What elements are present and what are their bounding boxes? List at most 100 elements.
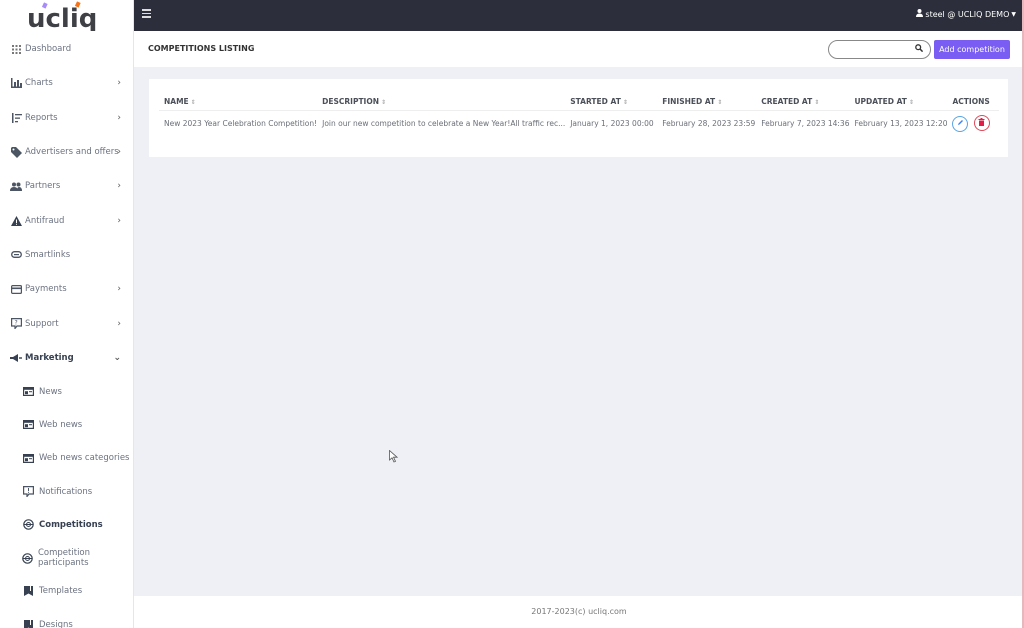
cell-created-at: February 7, 2023 14:36 [761,118,850,128]
sidebar-subitem-designs[interactable]: Designs [0,608,133,628]
sidebar-item-marketing[interactable]: Marketing ⌄ [0,341,133,375]
trash-icon [978,118,985,128]
sidebar-subitem-templates[interactable]: Templates [0,575,133,608]
sort-list-icon [10,112,22,124]
cell-name: New 2023 Year Celebration Competition! [164,118,318,128]
column-label: STARTED AT [570,96,621,106]
sidebar-item-antifraud[interactable]: Antifraud › [0,203,133,237]
user-label: steel @ UCLIQ DEMO [925,9,1010,19]
footer-text: 2017-2023(c) ucliq.com [531,607,627,616]
column-header-description[interactable]: DESCRIPTION ⇕ [317,93,566,111]
sidebar-item-label: Partners [25,181,61,192]
sidebar-item-partners[interactable]: Partners › [0,169,133,203]
logo[interactable]: ucliq [0,0,133,32]
column-header-updated-at[interactable]: UPDATED AT ⇕ [849,93,948,111]
footer: 2017-2023(c) ucliq.com [134,596,1024,628]
chevron-right-icon: › [117,112,121,123]
sidebar-subitem-notifications[interactable]: Notifications [0,475,133,508]
sidebar-item-label: Support [25,318,59,329]
menu-toggle-icon[interactable] [142,9,151,18]
sidebar-item-label: Reports [25,112,58,123]
sidebar-item-smartlinks[interactable]: Smartlinks [0,238,133,272]
sort-icon: ⇕ [814,98,820,106]
column-header-name[interactable]: NAME ⇕ [159,93,318,111]
pencil-icon [957,119,964,128]
sidebar-subitem-label: Web news categories [39,453,130,464]
column-header-finished-at[interactable]: FINISHED AT ⇕ [657,93,757,111]
column-label: NAME [164,96,189,106]
bar-chart-icon [10,77,22,89]
page-title: COMPETITIONS LISTING [148,44,255,53]
bookmark-icon [22,619,34,628]
sidebar-item-dashboard[interactable]: Dashboard [0,32,133,66]
cell-actions [947,110,999,136]
sidebar-subitem-label: Designs [39,619,73,628]
sidebar-subitem-label: Templates [39,586,83,597]
sidebar-item-reports[interactable]: Reports › [0,101,133,135]
alert-box-icon [22,486,34,498]
sort-icon: ⇕ [190,98,196,106]
sidebar-item-label: Payments [25,284,67,295]
chevron-right-icon: › [117,318,121,329]
chevron-right-icon: › [117,215,121,226]
sidebar-item-support[interactable]: ? Support › [0,306,133,340]
users-icon [10,180,22,192]
sidebar-item-advertisers-and-offers[interactable]: Advertisers and offers › [0,135,133,169]
column-label: UPDATED AT [854,96,907,106]
sidebar: ucliq Dashboard Charts › Reports › Adver… [0,0,134,628]
edit-button[interactable] [952,115,969,132]
sort-icon: ⇕ [622,98,628,106]
help-box-icon: ? [10,318,22,330]
sidebar-subitem-web-news[interactable]: Web news [0,408,133,441]
target-icon [22,552,33,564]
chevron-right-icon: › [117,284,121,295]
cell-started-at: January 1, 2023 00:00 [570,118,654,128]
sidebar-item-label: Antifraud [25,215,65,226]
chevron-down-icon: ⌄ [113,352,121,363]
cell-updated-at: February 13, 2023 12:20 [854,118,948,128]
top-bar: steel @ UCLIQ DEMO ▼ [134,0,1024,31]
warning-icon [10,215,22,227]
column-label: FINISHED AT [662,96,716,106]
sort-icon: ⇕ [381,98,387,106]
table-row[interactable]: New 2023 Year Celebration Competition! J… [159,110,999,136]
sidebar-item-label: Marketing [25,352,74,363]
sidebar-item-label: Charts [25,78,53,89]
competitions-card: NAME ⇕ DESCRIPTION ⇕ STARTED AT ⇕ FINISHED … [149,79,1008,157]
sidebar-subitem-competition-participants[interactable]: Competition participants [0,541,133,574]
sidebar-subitem-label: Web news [39,419,83,430]
sidebar-subitem-news[interactable]: News [0,375,133,408]
column-header-started-at[interactable]: STARTED AT ⇕ [565,93,658,111]
mouse-cursor-icon [389,448,399,467]
sidebar-subitem-web-news-categories[interactable]: Web news categories [0,442,133,475]
sidebar-item-label: Advertisers and offers [25,147,119,158]
column-header-created-at[interactable]: CREATED AT ⇕ [756,93,850,111]
logo-text: ucliq [27,4,97,31]
search-icon[interactable] [915,44,924,55]
sidebar-item-payments[interactable]: Payments › [0,272,133,306]
table-header-row: NAME ⇕ DESCRIPTION ⇕ STARTED AT ⇕ FINISHED … [159,93,999,111]
bookmark-icon [22,585,34,597]
cell-description: Join our new competition to celebrate a … [322,118,566,128]
sidebar-subitem-label: News [39,386,62,397]
page-header: COMPETITIONS LISTING Add competition [134,31,1024,67]
cell-finished-at: February 28, 2023 23:59 [662,118,756,128]
sidebar-subitem-label: Competition participants [38,548,91,569]
sidebar-item-charts[interactable]: Charts › [0,66,133,100]
sort-icon: ⇕ [717,98,723,106]
user-icon [916,9,924,19]
sidebar-subitem-label: Competitions [39,519,103,530]
delete-button[interactable] [973,115,990,131]
competitions-table: NAME ⇕ DESCRIPTION ⇕ STARTED AT ⇕ FINISHED … [159,93,999,136]
target-icon [22,519,34,531]
newspaper-icon [22,386,34,398]
ucliq-logo-icon: ucliq [27,1,97,31]
user-menu[interactable]: steel @ UCLIQ DEMO ▼ [916,9,1016,19]
link-icon [10,249,22,261]
sidebar-subitem-competitions[interactable]: Competitions [0,508,133,541]
newspaper-icon [22,452,34,464]
search-input[interactable] [837,45,917,62]
add-competition-button[interactable]: Add competition [934,40,1010,59]
svg-text:?: ? [14,320,17,327]
search-box[interactable] [828,40,931,62]
